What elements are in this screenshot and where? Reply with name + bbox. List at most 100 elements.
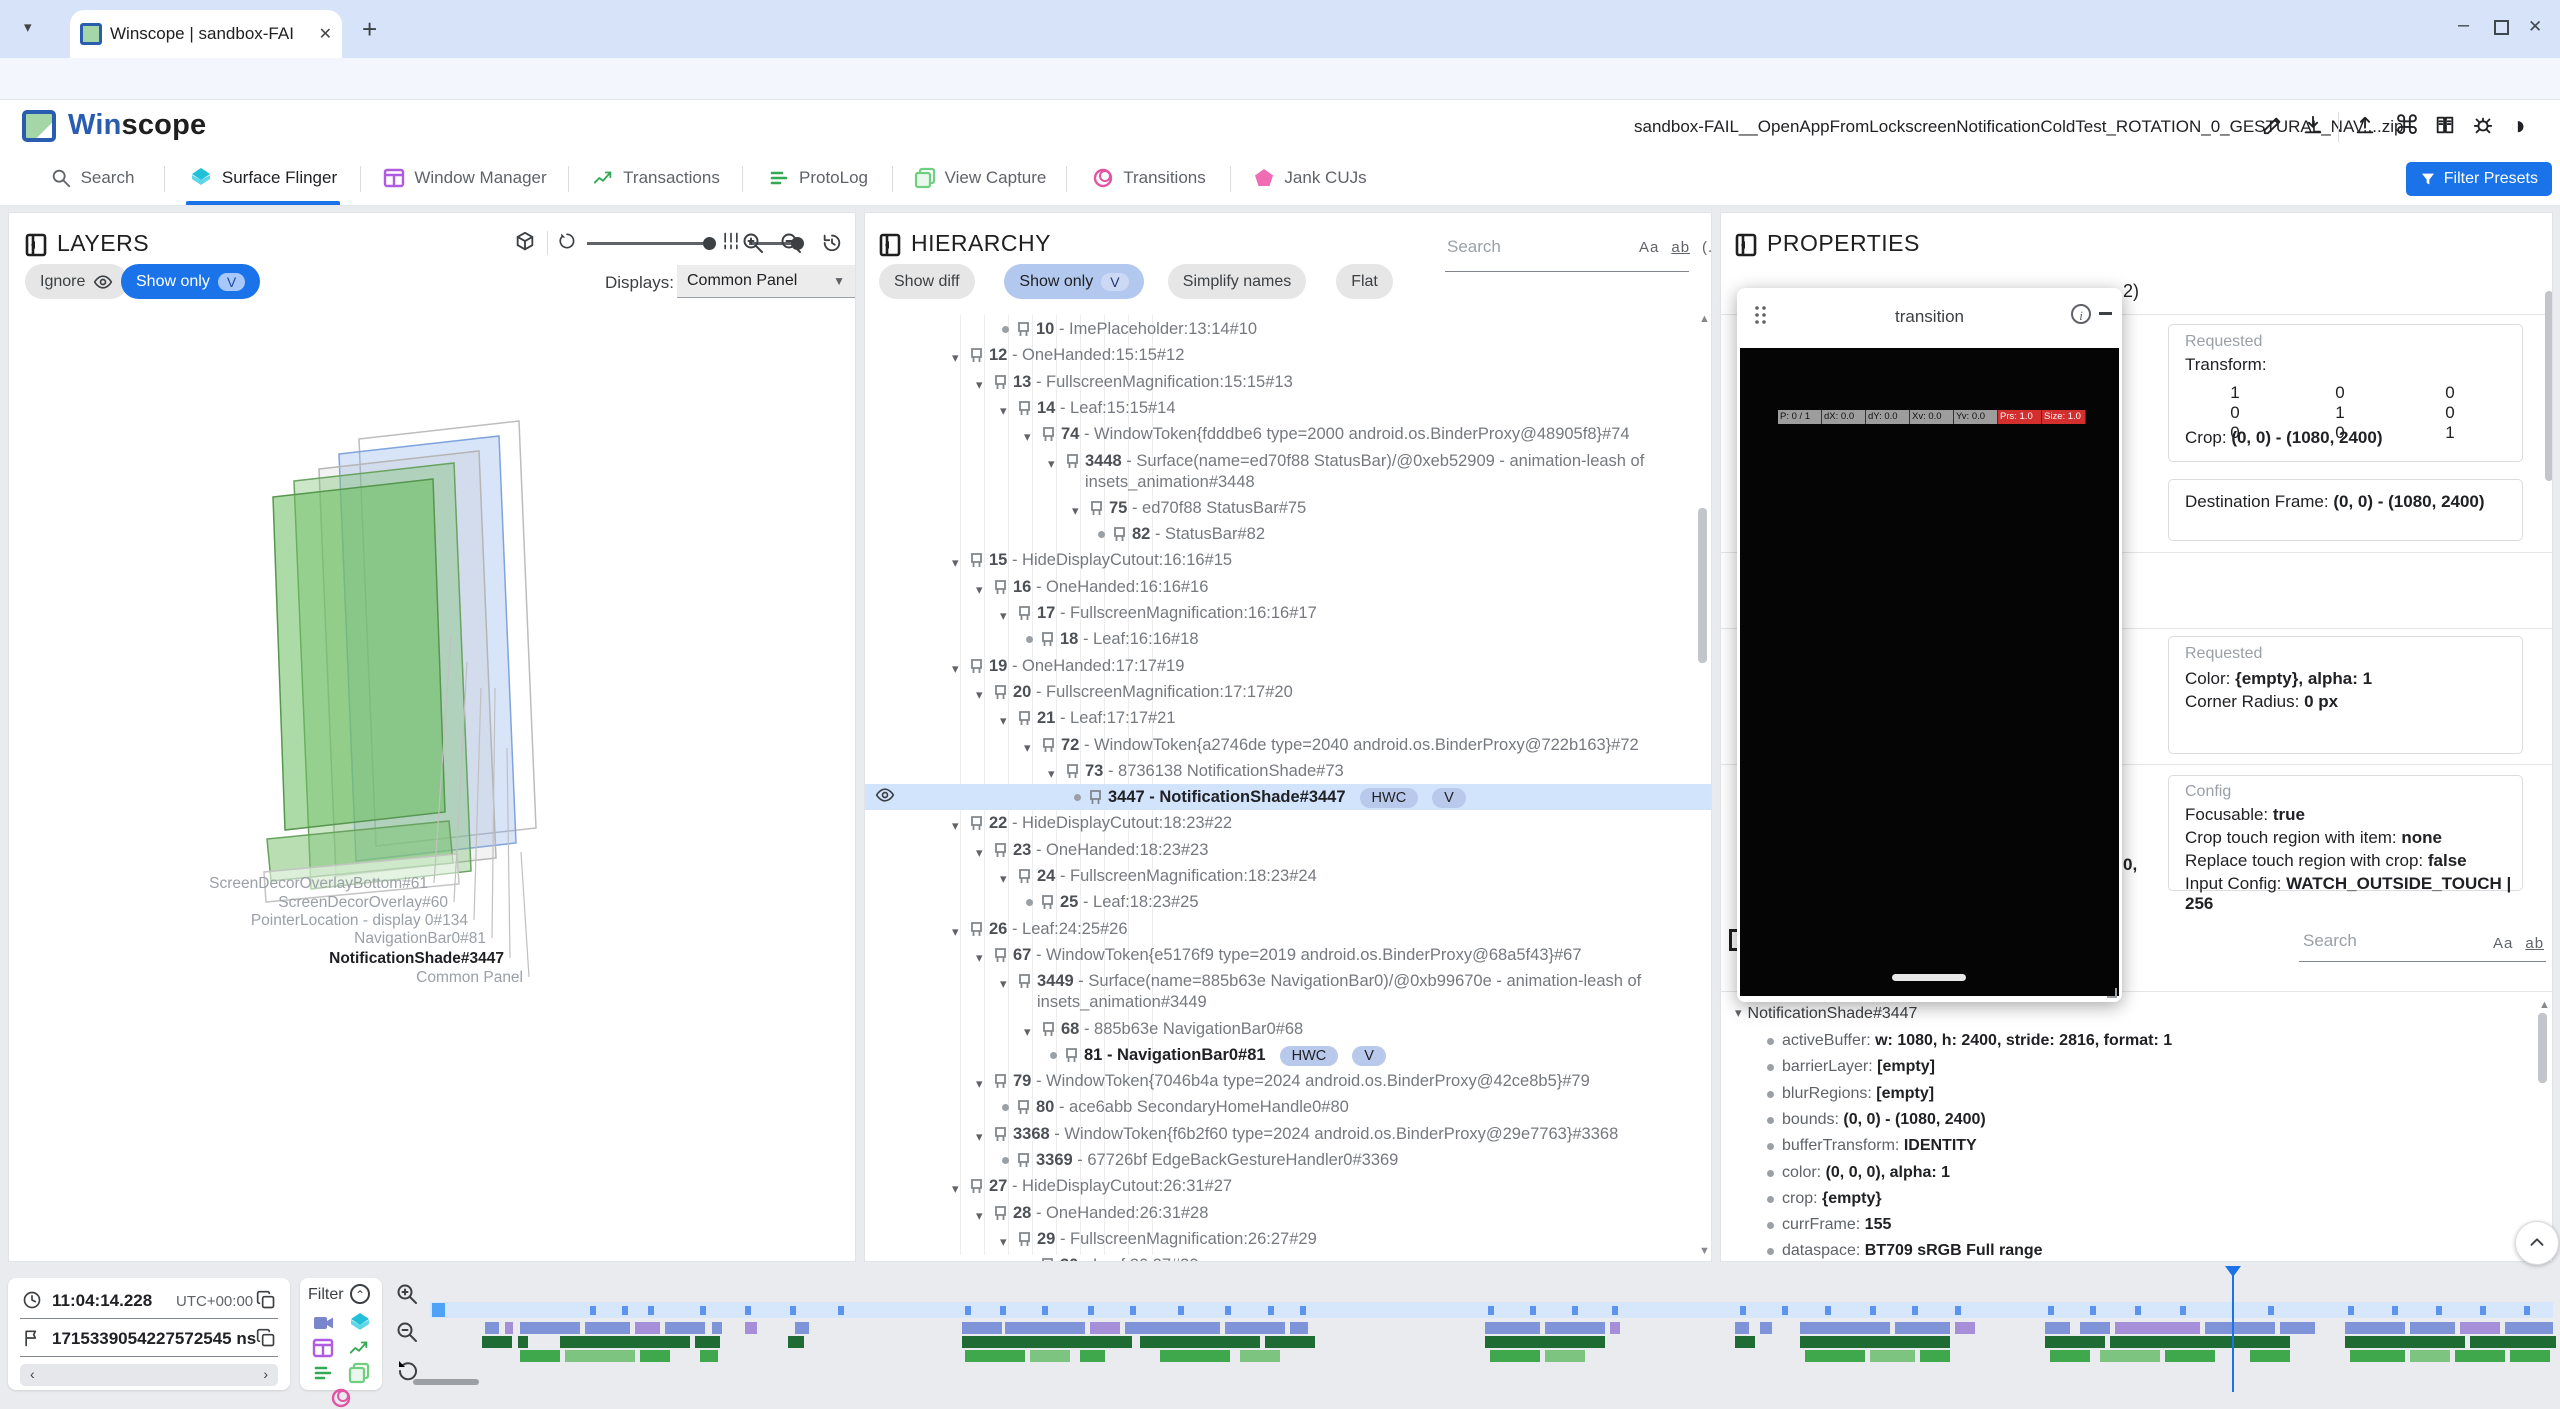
nav-tab-transactions[interactable]: Transactions [580,152,732,204]
search-tools[interactable]: Aaab(.*) [1627,239,1712,256]
hierarchy-scrollbar[interactable] [1698,508,1707,663]
layer-label-notificationshade-3447[interactable]: NotificationShade#3447 [9,950,504,968]
property-bounds[interactable]: bounds: (0, 0) - (1080, 2400) [1767,1111,1986,1129]
filter-presets-button[interactable]: Filter Presets [2406,162,2552,196]
tree-node-23[interactable]: ▾23 - OneHanded:18:23#23 [865,840,1711,863]
nav-tab-search[interactable]: Search [30,152,154,204]
collapse-panel-icon[interactable] [879,233,901,257]
tree-node-3449[interactable]: ▾3449 - Surface(name=885b63e NavigationB… [865,971,1711,1013]
tree-node-80[interactable]: 80 - ace6abb SecondaryHomeHandle0#80 [865,1097,1711,1118]
next-frame-icon[interactable]: › [263,1366,268,1382]
tree-node-29[interactable]: ▾29 - FullscreenMagnification:26:27#29 [865,1229,1711,1252]
tree-node-30[interactable]: 30 - Leaf:26:27#30 [865,1255,1711,1261]
tree-node-22[interactable]: ▾22 - HideDisplayCutout:18:23#22 [865,813,1711,836]
filter-trace-txn-icon[interactable] [348,1337,370,1359]
expand-arrow-icon[interactable]: ▾ [976,374,990,395]
copy-ns-icon[interactable] [256,1328,276,1348]
tree-node-28[interactable]: ▾28 - OneHanded:26:31#28 [865,1203,1711,1226]
tree-node-81[interactable]: 81 - NavigationBar0#81HWCV [865,1045,1711,1067]
tree-node-72[interactable]: ▾72 - WindowToken{a2746de type=2040 andr… [865,735,1711,758]
timeline-hscrollbar[interactable] [413,1379,479,1385]
expand-arrow-icon[interactable]: ▾ [952,815,966,836]
tree-node-18[interactable]: 18 - Leaf:16:16#18 [865,629,1711,650]
property-root-node[interactable]: ▾NotificationShade#3447 [1735,1005,1917,1023]
tree-node-74[interactable]: ▾74 - WindowToken{fdddbe6 type=2000 andr… [865,424,1711,447]
main-properties-scrollbar[interactable] [2545,291,2553,481]
tree-node-26[interactable]: ▾26 - Leaf:24:25#26 [865,919,1711,942]
expand-arrow-icon[interactable]: ▾ [1000,1231,1014,1252]
layers-3d-canvas[interactable]: ScreenDecorOverlayBottom#61ScreenDecorOv… [9,307,855,1261]
window-close-icon[interactable]: ✕ [2528,17,2542,37]
property-currFrame[interactable]: currFrame: 155 [1767,1216,1891,1234]
expand-arrow-icon[interactable]: ▾ [976,579,990,600]
expand-arrow-icon[interactable]: ▾ [1000,868,1014,889]
filter-trace-wm-icon[interactable] [312,1337,334,1359]
expand-arrow-icon[interactable]: ▾ [1024,1021,1038,1042]
timeline-zoom-in-icon[interactable] [395,1282,419,1306]
tree-node-82[interactable]: 82 - StatusBar#82 [865,524,1711,545]
collapse-panel-icon[interactable] [25,233,47,257]
expand-arrow-icon[interactable]: ▾ [952,1178,966,1199]
tree-node-27[interactable]: ▾27 - HideDisplayCutout:26:31#27 [865,1176,1711,1199]
download-trace-icon[interactable] [2302,114,2324,136]
tree-node-24[interactable]: ▾24 - FullscreenMagnification:18:23#24 [865,866,1711,889]
tree-node-3448[interactable]: ▾3448 - Surface(name=ed70f88 StatusBar)/… [865,451,1711,493]
chip-simplify-names[interactable]: Simplify names [1168,264,1306,299]
layer-label-pointerlocation-display-0-134[interactable]: PointerLocation - display 0#134 [9,912,468,930]
nav-tab-jank-cujs[interactable]: Jank CUJs [1242,152,1378,204]
expand-arrow-icon[interactable]: ▾ [952,347,966,368]
window-maximize-icon[interactable] [2494,20,2509,35]
reset-view-icon[interactable] [821,231,843,253]
expand-arrow-icon[interactable]: ▾ [976,1073,990,1094]
search-tools[interactable]: Aaab(.*) [2481,935,2553,952]
tree-node-79[interactable]: ▾79 - WindowToken{7046b4a type=2024 andr… [865,1071,1711,1094]
tree-node-14[interactable]: ▾14 - Leaf:15:15#14 [865,398,1711,421]
filter-trace-videocam-icon[interactable] [312,1312,334,1334]
window-minimize-icon[interactable]: – [2458,14,2469,37]
expand-arrow-icon[interactable]: ▾ [1000,605,1014,626]
nav-tab-window-manager[interactable]: Window Manager [372,152,558,204]
tree-node-21[interactable]: ▾21 - Leaf:17:17#21 [865,708,1711,731]
property-color[interactable]: color: (0, 0, 0), alpha: 1 [1767,1164,1950,1182]
rotation-slider[interactable] [587,242,709,245]
expand-arrow-icon[interactable]: ▾ [1000,710,1014,731]
edit-trace-icon[interactable] [2262,114,2284,136]
scroll-up-arrow[interactable]: ▲ [2539,999,2550,1011]
tree-node-19[interactable]: ▾19 - OneHanded:17:17#19 [865,656,1711,679]
expand-arrow-icon[interactable]: ▾ [952,921,966,942]
tree-node-25[interactable]: 25 - Leaf:18:23#25 [865,892,1711,913]
expand-arrow-icon[interactable]: ▾ [1000,400,1014,421]
cube-3d-icon[interactable] [514,231,536,253]
zoom-in-icon[interactable] [741,231,765,255]
expand-arrow-icon[interactable]: ▾ [976,947,990,968]
minimize-overlay-icon[interactable] [2099,312,2112,315]
expand-arrow-icon[interactable]: ▾ [1024,426,1038,447]
tree-node-75[interactable]: ▾75 - ed70f88 StatusBar#75 [865,498,1711,521]
expand-arrow-icon[interactable]: ▾ [976,1205,990,1226]
property-dataspace[interactable]: dataspace: BT709 sRGB Full range [1767,1242,2043,1260]
documentation-icon[interactable] [2434,114,2456,136]
new-tab-button[interactable]: + [362,14,377,45]
tree-node-16[interactable]: ▾16 - OneHanded:16:16#16 [865,577,1711,600]
property-crop[interactable]: crop: {empty} [1767,1190,1882,1208]
layer-label-navigationbar0-81[interactable]: NavigationBar0#81 [9,930,486,948]
browser-tab[interactable]: Winscope | sandbox-FAI ✕ [70,10,342,58]
hierarchy-search-input[interactable]: Search [1447,237,1501,257]
expand-arrow-icon[interactable]: ▾ [952,658,966,679]
tree-node-17[interactable]: ▾17 - FullscreenMagnification:16:16#17 [865,603,1711,626]
ignore-chip[interactable]: Ignore [25,264,128,299]
transition-screenshot-window[interactable]: transition i P: 0 / 1dX: 0.0dY: 0.0Xv: 0… [1737,288,2122,1002]
collapse-filter-icon[interactable]: ⌃ [350,1284,370,1304]
properties-search-input[interactable]: Search [2303,931,2357,951]
zoom-out-icon[interactable] [779,231,803,255]
scroll-down-arrow[interactable]: ▼ [1699,1245,1710,1257]
tree-node-13[interactable]: ▾13 - FullscreenMagnification:15:15#13 [865,372,1711,395]
expand-arrow-icon[interactable]: ▾ [976,684,990,705]
displays-dropdown[interactable]: Common Panel ▼ [677,265,855,298]
info-icon[interactable]: i [2071,304,2091,324]
layer-label-common-panel[interactable]: Common Panel [9,969,523,987]
expand-arrow-icon[interactable]: ▾ [1048,453,1062,474]
search-tool-match-word-icon[interactable]: ab [1671,239,1690,256]
nav-tab-surface-flinger[interactable]: Surface Flinger [176,152,350,204]
prev-frame-icon[interactable]: ‹ [30,1366,35,1382]
